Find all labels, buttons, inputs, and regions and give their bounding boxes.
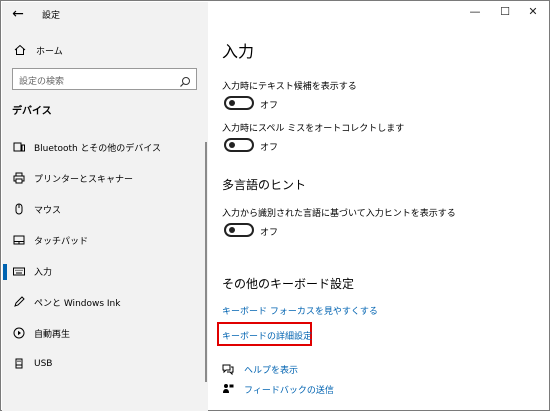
sidebar-item-printers[interactable]: プリンターとスキャナー bbox=[12, 169, 133, 187]
section-title-multilingual: 多言語のヒント bbox=[222, 178, 307, 192]
search-placeholder: 設定の検索 bbox=[19, 77, 65, 87]
autoplay-icon bbox=[12, 327, 26, 339]
usb-icon bbox=[12, 358, 26, 370]
sidebar-item-usb[interactable]: USB bbox=[12, 355, 52, 373]
sidebar-item-label: Bluetooth とその他のデバイス bbox=[34, 143, 162, 154]
link-advanced-keyboard-settings[interactable]: キーボードの詳細設定 bbox=[222, 329, 312, 342]
toggle-autocorrect[interactable] bbox=[224, 138, 254, 152]
sidebar-item-autoplay[interactable]: 自動再生 bbox=[12, 324, 70, 342]
page-title: 入力 bbox=[222, 42, 255, 61]
search-input[interactable]: 設定の検索 bbox=[12, 68, 197, 90]
main-content: 入力 入力時にテキスト候補を表示する オフ 入力時にスペル ミスをオートコレクト… bbox=[208, 2, 550, 411]
feedback-link[interactable]: フィードバックの送信 bbox=[222, 382, 334, 396]
printer-icon bbox=[12, 172, 26, 184]
sidebar-item-label: マウス bbox=[34, 205, 62, 216]
sidebar-item-label: ペンと Windows Ink bbox=[34, 298, 121, 309]
sidebar-item-touchpad[interactable]: タッチパッド bbox=[12, 231, 88, 249]
sidebar: ← 設定 ホーム 設定の検索 デバイス Bluetooth とその他のデバイス bbox=[2, 2, 208, 411]
help-link[interactable]: ヘルプを表示 bbox=[222, 362, 298, 376]
toggle-state-text-suggestions: オフ bbox=[260, 101, 279, 111]
sidebar-item-input[interactable]: 入力 bbox=[12, 262, 52, 280]
toggle-state-autocorrect: オフ bbox=[260, 143, 279, 153]
setting-label-text-suggestions: 入力時にテキスト候補を表示する bbox=[222, 82, 357, 92]
app-title: 設定 bbox=[42, 11, 61, 21]
sidebar-item-label: 入力 bbox=[34, 267, 53, 278]
toggle-text-suggestions[interactable] bbox=[224, 96, 254, 110]
mouse-icon bbox=[12, 203, 26, 215]
sidebar-item-label: USB bbox=[34, 359, 53, 369]
help-link-label: ヘルプを表示 bbox=[244, 365, 299, 376]
bluetooth-devices-icon bbox=[12, 141, 26, 153]
feedback-link-label: フィードバックの送信 bbox=[244, 385, 334, 396]
selected-indicator bbox=[3, 264, 7, 280]
help-chat-icon bbox=[222, 363, 236, 375]
feedback-icon bbox=[222, 383, 236, 395]
sidebar-item-home[interactable]: ホーム bbox=[14, 42, 63, 58]
sidebar-item-label: プリンターとスキャナー bbox=[34, 174, 134, 185]
sidebar-item-bluetooth[interactable]: Bluetooth とその他のデバイス bbox=[12, 138, 161, 156]
touchpad-icon bbox=[12, 234, 26, 246]
back-arrow-icon[interactable]: ← bbox=[10, 6, 26, 22]
settings-window: ← 設定 ホーム 設定の検索 デバイス Bluetooth とその他のデバイス bbox=[0, 0, 550, 411]
sidebar-item-mouse[interactable]: マウス bbox=[12, 200, 61, 218]
search-icon[interactable] bbox=[179, 73, 191, 92]
pen-icon bbox=[12, 296, 26, 308]
toggle-state-multilingual: オフ bbox=[260, 228, 279, 238]
keyboard-icon bbox=[12, 265, 26, 277]
sidebar-scrollbar[interactable] bbox=[205, 142, 207, 382]
section-title-devices: デバイス bbox=[12, 106, 52, 117]
section-title-other-keyboard: その他のキーボード設定 bbox=[222, 277, 355, 291]
sidebar-item-label: ホーム bbox=[36, 46, 63, 57]
toggle-multilingual[interactable] bbox=[224, 223, 254, 237]
sidebar-item-label: 自動再生 bbox=[34, 329, 71, 340]
setting-label-multilingual: 入力から識別された言語に基づいて入力ヒントを表示する bbox=[222, 209, 456, 219]
home-icon bbox=[14, 44, 28, 56]
sidebar-item-pen[interactable]: ペンと Windows Ink bbox=[12, 293, 120, 311]
link-keyboard-focus[interactable]: キーボード フォーカスを見やすくする bbox=[222, 304, 378, 317]
sidebar-item-label: タッチパッド bbox=[34, 236, 89, 247]
setting-label-autocorrect: 入力時にスペル ミスをオートコレクトします bbox=[222, 124, 405, 134]
